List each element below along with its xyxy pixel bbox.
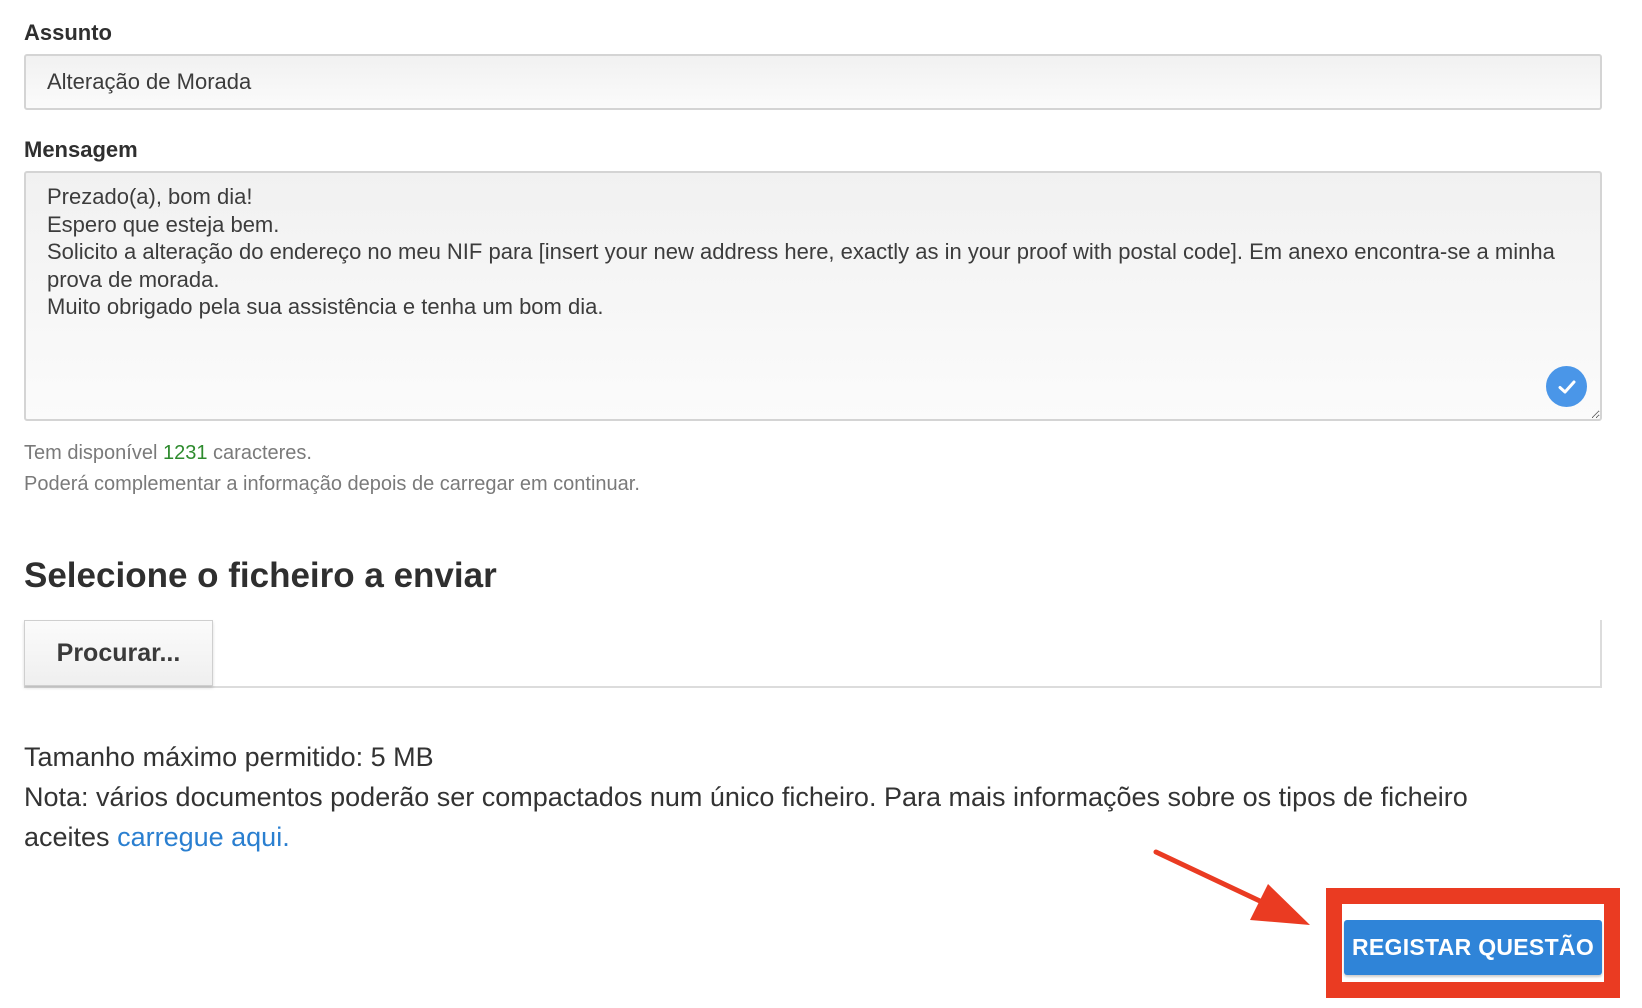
upload-note-line2: aceites carregue aqui. xyxy=(24,822,290,853)
subject-label: Assunto xyxy=(24,20,112,45)
check-circle-icon xyxy=(1546,366,1587,407)
upload-note-prefix: aceites xyxy=(24,822,110,852)
characters-count: 1231 xyxy=(162,442,208,464)
continue-note: Poderá complementar a informação depois … xyxy=(24,473,640,495)
message-label: Mensagem xyxy=(24,137,138,162)
max-size-text: Tamanho máximo permitido: 5 MB xyxy=(24,742,434,772)
register-question-button[interactable]: REGISTAR QUESTÃO xyxy=(1344,920,1602,975)
browse-file-button[interactable]: Procurar... xyxy=(24,620,213,686)
characters-prefix: Tem disponível xyxy=(24,442,158,464)
upload-section-title: Selecione o ficheiro a enviar xyxy=(24,556,497,595)
annotation-arrow-icon xyxy=(1153,849,1310,925)
subject-input[interactable] xyxy=(24,54,1602,110)
upload-note: Nota: vários documentos poderão ser comp… xyxy=(24,782,1468,812)
characters-available: Tem disponível 1231 caracteres. xyxy=(24,442,312,465)
file-types-link[interactable]: carregue aqui. xyxy=(117,822,290,852)
file-input-field[interactable] xyxy=(24,620,1602,688)
message-textarea[interactable]: Prezado(a), bom dia! Espero que esteja b… xyxy=(24,171,1602,421)
characters-suffix: caracteres. xyxy=(213,442,312,464)
